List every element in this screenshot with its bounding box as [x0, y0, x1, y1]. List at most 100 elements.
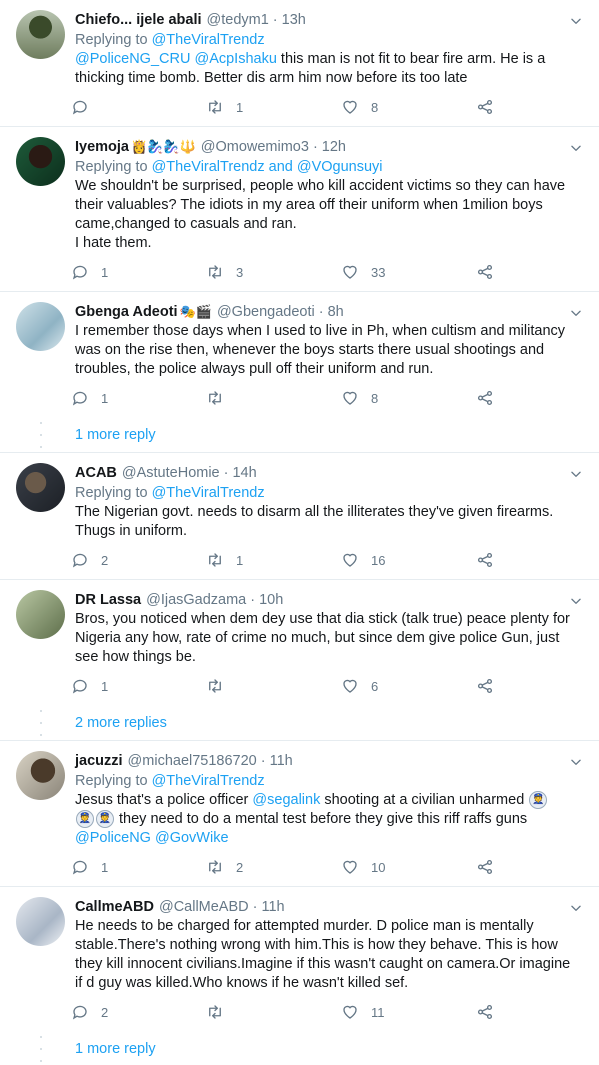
author-handle[interactable]: @CallMeABD [159, 897, 249, 917]
reply-button[interactable]: 1 [71, 389, 206, 407]
tweet[interactable]: DR Lassa @IjasGadzama · 10h Bros, you notice… [0, 580, 599, 705]
retweet-button[interactable]: 3 [206, 263, 341, 281]
police-emoji-icon: 👮 [76, 810, 94, 829]
chevron-down-icon[interactable] [569, 755, 583, 769]
like-button[interactable]: 16 [341, 551, 476, 569]
author-handle[interactable]: @IjasGadzama [146, 590, 246, 610]
mention-link[interactable]: @segalink [252, 792, 320, 808]
avatar[interactable] [16, 751, 65, 800]
reply-button[interactable]: 1 [71, 858, 206, 876]
share-button[interactable] [476, 1003, 516, 1021]
retweet-button[interactable] [206, 1003, 341, 1021]
tweet-actions: 1 2 10 [71, 848, 583, 886]
reply-button[interactable] [71, 98, 206, 116]
replying-to-link[interactable]: @TheViralTrendz [152, 773, 265, 789]
replying-to: Replying to @TheViralTrendz [75, 773, 265, 789]
author-handle[interactable]: @michael75186720 [128, 751, 257, 771]
share-button[interactable] [476, 263, 516, 281]
retweet-icon [206, 98, 236, 116]
more-replies-row[interactable]: 2 more replies [0, 705, 599, 741]
share-button[interactable] [476, 858, 516, 876]
thread-dots [40, 1031, 42, 1065]
tweet[interactable]: CallmeABD @CallMeABD · 11h He needs to be ch… [0, 887, 599, 1031]
author-handle[interactable]: @Omowemimo3 [201, 137, 309, 157]
like-icon [341, 858, 371, 876]
chevron-down-icon[interactable] [569, 14, 583, 28]
tweet-text: We shouldn't be surprised, people who ki… [75, 177, 583, 253]
replying-to-link[interactable]: @TheViralTrendz [152, 32, 265, 48]
chevron-down-icon[interactable] [569, 467, 583, 481]
show-more-replies-link[interactable]: 1 more reply [75, 1041, 156, 1057]
reply-icon [71, 677, 101, 695]
mention-link[interactable]: @PoliceNG @GovWike [75, 830, 229, 846]
avatar[interactable] [16, 10, 65, 59]
share-button[interactable] [476, 677, 516, 695]
name-emoji: 👸🧞‍♀️🧞‍♀️🔱 [131, 139, 196, 154]
more-replies-row[interactable]: 1 more reply [0, 417, 599, 453]
share-button[interactable] [476, 551, 516, 569]
avatar[interactable] [16, 463, 65, 512]
mention-link[interactable]: @PoliceNG_CRU @AcpIshaku [75, 51, 277, 67]
timestamp[interactable]: 14h [232, 463, 256, 483]
tweet-actions: 2 11 [71, 993, 583, 1031]
avatar[interactable] [16, 590, 65, 639]
like-button[interactable]: 10 [341, 858, 476, 876]
author-name[interactable]: Iyemoja [75, 137, 129, 157]
like-button[interactable]: 8 [341, 389, 476, 407]
author-name[interactable]: DR Lassa [75, 590, 141, 610]
timestamp[interactable]: 12h [322, 137, 346, 157]
chevron-down-icon[interactable] [569, 901, 583, 915]
tweet[interactable]: ACAB @AstuteHomie · 14h Replying to @TheVira… [0, 453, 599, 580]
retweet-button[interactable] [206, 389, 341, 407]
avatar[interactable] [16, 137, 65, 186]
timestamp[interactable]: 11h [270, 751, 293, 771]
retweet-button[interactable]: 2 [206, 858, 341, 876]
avatar[interactable] [16, 897, 65, 946]
share-button[interactable] [476, 389, 516, 407]
share-button[interactable] [476, 98, 516, 116]
show-more-replies-link[interactable]: 1 more reply [75, 427, 156, 443]
tweet[interactable]: Gbenga Adeoti 🎭🎬 @Gbengadeoti · 8h I remember… [0, 292, 599, 417]
reply-button[interactable]: 1 [71, 677, 206, 695]
retweet-icon [206, 858, 236, 876]
author-name[interactable]: jacuzzi [75, 751, 123, 771]
like-count: 11 [371, 1004, 385, 1020]
tweet[interactable]: jacuzzi @michael75186720 · 11h Replying to @… [0, 741, 599, 887]
author-handle[interactable]: @Gbengadeoti [217, 302, 315, 322]
author-name[interactable]: Gbenga Adeoti [75, 302, 178, 322]
retweet-button[interactable]: 1 [206, 98, 341, 116]
reply-button[interactable]: 1 [71, 263, 206, 281]
author-handle[interactable]: @AstuteHomie [122, 463, 220, 483]
chevron-down-icon[interactable] [569, 306, 583, 320]
show-more-replies-link[interactable]: 2 more replies [75, 715, 167, 731]
author-name[interactable]: CallmeABD [75, 897, 154, 917]
timestamp[interactable]: 8h [328, 302, 344, 322]
retweet-button[interactable]: 1 [206, 551, 341, 569]
author-name[interactable]: Chiefo... ijele abali [75, 10, 202, 30]
replying-to-link[interactable]: @TheViralTrendz and @VOgunsuyi [152, 159, 383, 175]
timestamp[interactable]: 10h [259, 590, 283, 610]
chevron-down-icon[interactable] [569, 594, 583, 608]
more-replies-row[interactable]: 1 more reply [0, 1031, 599, 1065]
replying-to-link[interactable]: @TheViralTrendz [152, 485, 265, 501]
author-handle[interactable]: @tedym1 [207, 10, 269, 30]
separator-dot: · [250, 592, 256, 608]
timestamp[interactable]: 13h [282, 10, 306, 30]
tweet[interactable]: Iyemoja 👸🧞‍♀️🧞‍♀️🔱 @Omowemimo3 · 12h Replying… [0, 127, 599, 292]
reply-button[interactable]: 2 [71, 551, 206, 569]
like-count: 8 [371, 390, 379, 406]
tweet[interactable]: Chiefo... ijele abali @tedym1 · 13h Replying… [0, 0, 599, 127]
like-button[interactable]: 8 [341, 98, 476, 116]
timestamp[interactable]: 11h [261, 897, 284, 917]
separator-dot: · [223, 465, 229, 481]
author-name[interactable]: ACAB [75, 463, 117, 483]
like-button[interactable]: 11 [341, 1003, 476, 1021]
reply-button[interactable]: 2 [71, 1003, 206, 1021]
reply-icon [71, 551, 101, 569]
like-button[interactable]: 33 [341, 263, 476, 281]
chevron-down-icon[interactable] [569, 141, 583, 155]
like-button[interactable]: 6 [341, 677, 476, 695]
replying-to: Replying to @TheViralTrendz and @VOgunsu… [75, 159, 383, 175]
retweet-button[interactable] [206, 677, 341, 695]
avatar[interactable] [16, 302, 65, 351]
